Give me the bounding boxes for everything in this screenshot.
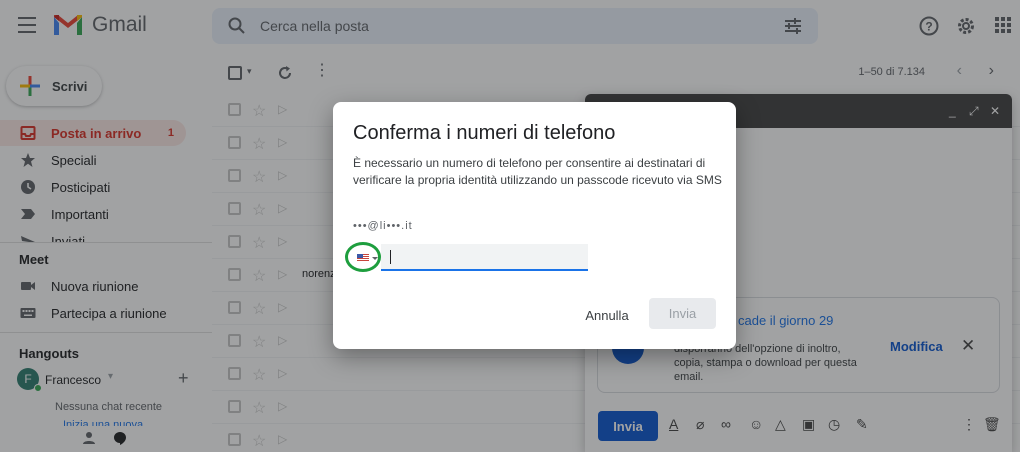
confirm-phone-dialog: Conferma i numeri di telefono È necessar…: [333, 102, 736, 349]
dialog-description: È necessario un numero di telefono per c…: [353, 156, 722, 187]
chevron-down-icon: [372, 257, 378, 260]
country-selector[interactable]: [345, 242, 381, 272]
phone-number-input[interactable]: [381, 244, 588, 271]
gmail-app: Gmail Cerca nella posta ? Scrivi Posta i…: [0, 0, 1020, 452]
recipient-email: •••@li•••.it: [353, 220, 413, 232]
send-button[interactable]: Invia: [649, 298, 716, 329]
dialog-title: Conferma i numeri di telefono: [353, 122, 616, 144]
cancel-button[interactable]: Annulla: [575, 301, 639, 329]
us-flag-icon: [357, 254, 369, 262]
text-cursor: [390, 250, 391, 264]
